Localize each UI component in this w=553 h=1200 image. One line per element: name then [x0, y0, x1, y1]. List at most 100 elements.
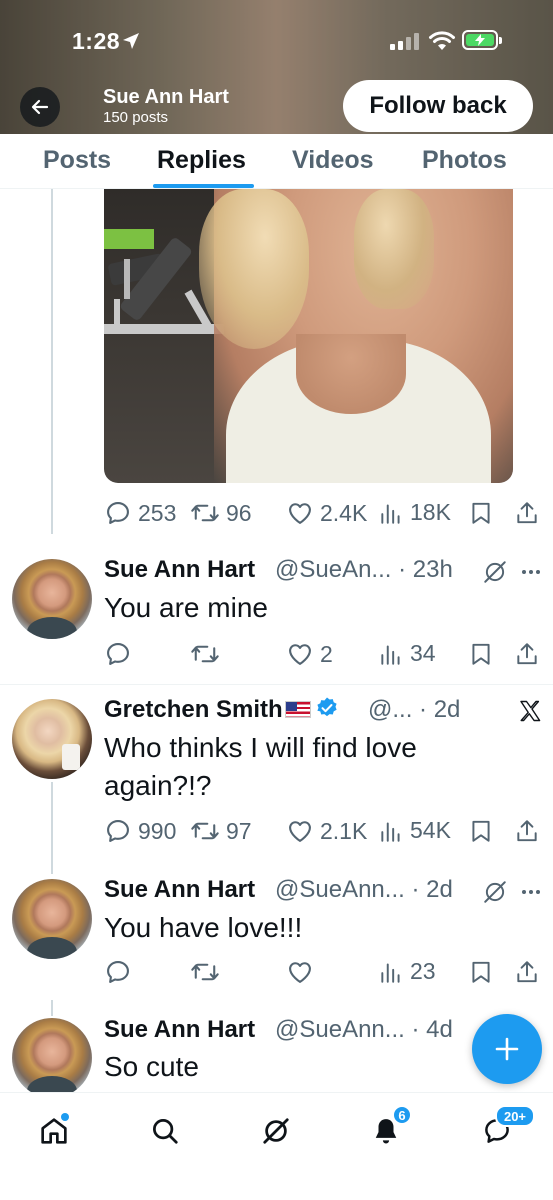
notifications-badge: 6: [392, 1105, 412, 1125]
back-button[interactable]: [20, 87, 60, 127]
compose-post-button[interactable]: [472, 1014, 542, 1084]
reply-count: 990: [138, 817, 177, 844]
tweet-handle-time: @SueAnn... · 2d: [275, 876, 453, 903]
reply-button[interactable]: 253: [104, 499, 176, 527]
tweet-text: You are mine: [104, 592, 268, 623]
tweet-text: Who thinks I will find love again?!?: [104, 732, 417, 801]
nav-messages[interactable]: 20+: [477, 1105, 535, 1151]
repost-icon: [191, 822, 219, 840]
tweet-author-name[interactable]: Sue Ann Hart: [104, 876, 255, 904]
tweet-actions: 990 97 2.1K 54K: [104, 817, 544, 847]
photo-hair-right: [354, 189, 434, 309]
x-logo-icon: [520, 700, 541, 722]
heart-icon: [289, 962, 311, 983]
reply-icon: [107, 820, 129, 842]
like-button[interactable]: 2.1K: [286, 817, 367, 845]
wifi-icon: [429, 31, 455, 50]
header-post-count: 150 posts: [103, 109, 169, 126]
tweet-actions: 2 34: [104, 640, 544, 670]
tab-replies[interactable]: Replies: [157, 146, 246, 175]
tweet-text: You have love!!!: [104, 912, 303, 943]
bookmark-icon: [472, 643, 490, 665]
views-count: 54K: [410, 817, 451, 843]
bookmark-icon: [472, 820, 490, 842]
bookmark-button[interactable]: [468, 958, 494, 986]
share-button[interactable]: [514, 499, 540, 527]
grok-icon: [263, 1118, 289, 1144]
tweet-author-name[interactable]: Sue Ann Hart: [104, 1016, 255, 1044]
bottom-navigation: 6 20+: [0, 1092, 553, 1200]
like-count: 2: [320, 640, 333, 667]
bookmark-button[interactable]: [468, 817, 494, 845]
post-media-image[interactable]: [104, 189, 513, 483]
header-profile-name: Sue Ann Hart: [103, 86, 229, 108]
reply-button[interactable]: [104, 640, 132, 668]
reply-button[interactable]: 990: [104, 817, 176, 845]
avatar[interactable]: [12, 879, 92, 959]
nav-home[interactable]: [34, 1111, 74, 1151]
grok-icon[interactable]: [482, 879, 508, 905]
bookmark-icon: [472, 961, 490, 983]
share-icon: [517, 502, 537, 524]
share-icon: [517, 643, 537, 665]
views-button[interactable]: 23: [378, 958, 436, 985]
more-options-icon[interactable]: [520, 886, 542, 898]
repost-icon: [191, 963, 219, 981]
views-button[interactable]: 18K: [378, 499, 451, 526]
views-button[interactable]: 34: [378, 640, 436, 667]
verified-badge-icon: [317, 697, 337, 717]
views-button[interactable]: 54K: [378, 817, 451, 844]
tweet-handle-time: @... · 2d: [368, 696, 461, 723]
avatar[interactable]: [12, 1018, 92, 1098]
heart-icon: [289, 821, 311, 842]
plus-icon: [495, 1037, 519, 1061]
repost-icon: [191, 504, 219, 522]
share-icon: [517, 961, 537, 983]
reply-icon: [107, 502, 129, 524]
like-count: 2.1K: [320, 817, 368, 844]
thread-line: [51, 1000, 53, 1016]
share-button[interactable]: [514, 817, 540, 845]
views-count: 23: [410, 958, 436, 984]
status-time: 1:28: [72, 28, 121, 54]
follow-back-button[interactable]: Follow back: [343, 80, 533, 132]
search-icon: [153, 1119, 178, 1144]
tab-photos[interactable]: Photos: [422, 146, 507, 175]
tweet-author-name[interactable]: Gretchen Smith: [104, 696, 339, 724]
avatar[interactable]: [12, 559, 92, 639]
nav-search[interactable]: [145, 1111, 185, 1151]
share-icon: [517, 820, 537, 842]
tab-posts[interactable]: Posts: [43, 146, 111, 175]
tweet-text: So cute: [104, 1051, 199, 1082]
like-button[interactable]: [286, 958, 314, 986]
repost-button[interactable]: 97: [190, 817, 252, 845]
views-icon: [381, 821, 400, 842]
tweet-actions: 23: [104, 958, 544, 988]
nav-notifications[interactable]: 6: [366, 1105, 412, 1151]
tab-videos[interactable]: Videos: [292, 146, 374, 175]
thread-line: [51, 189, 53, 534]
tweet-handle-time: @SueAnn... · 4d: [275, 1016, 453, 1043]
like-button[interactable]: 2: [286, 640, 333, 668]
bookmark-button[interactable]: [468, 640, 494, 668]
repost-button[interactable]: [190, 958, 220, 986]
repost-button[interactable]: 96: [190, 499, 252, 527]
media-post-actions: 253 96 2.4K 18K: [104, 499, 544, 529]
nav-grok[interactable]: [256, 1111, 296, 1151]
tweet-author-name[interactable]: Sue Ann Hart: [104, 556, 255, 584]
battery-icon: [462, 30, 498, 50]
share-button[interactable]: [514, 640, 540, 668]
bookmark-button[interactable]: [468, 499, 494, 527]
reply-count: 253: [138, 499, 177, 526]
share-button[interactable]: [514, 958, 540, 986]
arrow-left-icon: [31, 99, 49, 115]
repost-button[interactable]: [190, 640, 220, 668]
like-button[interactable]: 2.4K: [286, 499, 367, 527]
author-name-text: Gretchen Smith: [104, 696, 283, 723]
grok-icon[interactable]: [482, 559, 508, 585]
more-options-icon[interactable]: [520, 566, 542, 578]
photo-hair-left: [199, 189, 309, 349]
location-arrow-icon: [123, 33, 139, 49]
avatar[interactable]: [12, 699, 92, 779]
reply-button[interactable]: [104, 958, 132, 986]
